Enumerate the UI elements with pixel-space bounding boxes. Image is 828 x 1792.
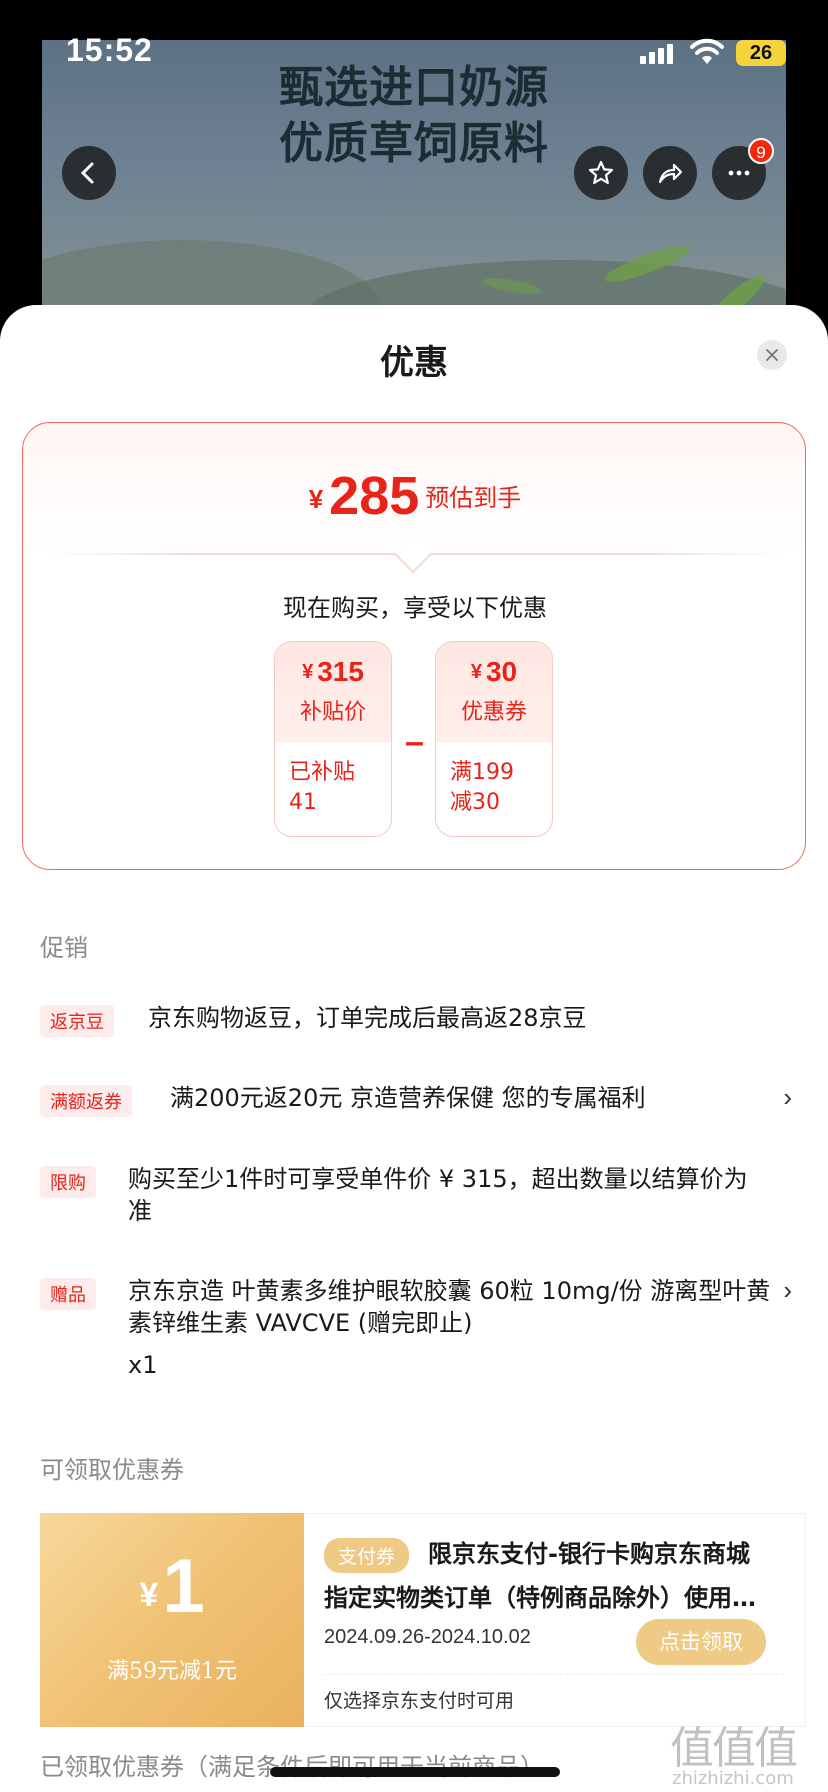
- watermark-logo: 值值值: [670, 1723, 798, 1774]
- subsidy-detail-line1: 已补贴: [289, 760, 356, 785]
- minus-operator: –: [405, 723, 424, 761]
- promotions-section-title: 促销: [40, 934, 88, 962]
- buy-now-text: 现在购买，享受以下优惠: [283, 594, 547, 622]
- promo-text: 京东京造 叶黄素多维护眼软胶囊 60粒 10mg/份 游离型叶黄素锌维生素 VA…: [128, 1277, 771, 1337]
- coupon-details-panel: 限京东支付-银行卡购京东商城 指定实物类订单（特例商品除外）使用… 支付券 20…: [304, 1513, 806, 1727]
- coupon-amount-panel: ¥1 满59元减1元: [40, 1513, 304, 1727]
- chevron-left-icon: [80, 162, 94, 184]
- price-estimate-card: ¥285 预估到手 现在购买，享受以下优惠 ¥315 补贴价 已补贴 41 – ¥…: [22, 422, 806, 870]
- subsidy-detail-line2: 41: [289, 790, 317, 815]
- promo-tag: 限购: [40, 1166, 96, 1198]
- estimated-price: ¥285 预估到手: [23, 465, 807, 527]
- coupon-detail-line2: 减30: [450, 790, 500, 815]
- star-icon: [588, 160, 614, 185]
- status-time: 15:52: [66, 32, 153, 68]
- estimated-label: 预估到手: [425, 484, 522, 512]
- app-frame: 甄选进口奶源 优质草饲原料 15:52 26 9 优惠 ¥285 预估到手 现在…: [0, 0, 828, 1792]
- divider: [324, 1674, 784, 1675]
- banner-headline: 甄选进口奶源 优质草饲原料: [0, 60, 828, 172]
- wifi-icon: [690, 38, 724, 64]
- promo-tag: 满额返券: [40, 1085, 132, 1117]
- available-coupons-title: 可领取优惠券: [40, 1456, 184, 1484]
- promo-row-gift[interactable]: 赠品 京东京造 叶黄素多维护眼软胶囊 60粒 10mg/份 游离型叶黄素锌维生素…: [40, 1275, 800, 1385]
- watermark-url: zhizhizhi.com: [672, 1768, 794, 1789]
- subsidy-currency: ¥: [302, 661, 314, 683]
- share-icon: [658, 163, 683, 184]
- coupon-detail-line1: 满199: [450, 760, 514, 785]
- claim-coupon-button[interactable]: 点击领取: [636, 1619, 766, 1665]
- subsidy-name: 补贴价: [299, 700, 366, 725]
- close-icon: [766, 349, 778, 361]
- promo-text: 购买至少1件时可享受单件价 ¥ 315，超出数量以结算价为准: [128, 1165, 748, 1225]
- pay-coupon-tag: 支付券: [324, 1538, 410, 1573]
- more-dots-icon: [728, 170, 750, 176]
- promo-row-coupon-return[interactable]: 满额返券 满200元返20元 京造营养保健 您的专属福利 ›: [40, 1082, 800, 1122]
- share-button[interactable]: [643, 146, 697, 200]
- coupon-value: 30: [485, 656, 518, 687]
- coupon-amount: 1: [162, 1544, 205, 1629]
- subsidy-price-box: ¥315 补贴价 已补贴 41: [274, 641, 392, 837]
- coupon-price-box: ¥30 优惠券 满199 减30: [435, 641, 553, 837]
- promo-tag: 赠品: [40, 1278, 96, 1310]
- discount-sheet: 优惠 ¥285预估到手 现在购买，享受以下优惠 ¥315 补贴价 已补贴 41: [0, 305, 828, 1792]
- favorite-button[interactable]: [574, 146, 628, 200]
- coupon-currency: ¥: [470, 661, 482, 683]
- back-button[interactable]: [62, 146, 116, 200]
- coupon-title-line2: 指定实物类订单（特例商品除外）使用…: [324, 1584, 756, 1612]
- coupon-card: ¥1 满59元减1元 限京东支付-银行卡购京东商城 指定实物类订单（特例商品除外…: [40, 1513, 806, 1727]
- coupon-note: 仅选择京东支付时可用: [324, 1690, 515, 1712]
- close-button[interactable]: [757, 340, 787, 370]
- coupon-title-line1: 限京东支付-银行卡购京东商城: [428, 1540, 750, 1568]
- promo-tag: 返京豆: [40, 1005, 114, 1037]
- battery-icon: 26: [736, 40, 786, 66]
- coupon-name: 优惠券: [460, 700, 527, 725]
- chevron-right-icon: ›: [783, 1082, 792, 1112]
- chevron-right-icon: ›: [783, 1275, 792, 1305]
- promo-row-limit: 限购 购买至少1件时可享受单件价 ¥ 315，超出数量以结算价为准: [40, 1163, 800, 1233]
- status-bar: 15:52 26: [0, 30, 828, 74]
- coupon-validity-date: 2024.09.26-2024.10.02: [324, 1626, 531, 1648]
- banner-headline-line2: 优质草饲原料: [279, 118, 549, 169]
- promo-row-beans[interactable]: 返京豆 京东购物返豆，订单完成后最高返28京豆: [40, 1002, 800, 1042]
- coupon-condition: 满59元减1元: [107, 1659, 237, 1684]
- estimated-amount: 285: [329, 466, 420, 526]
- divider-notch: [394, 536, 432, 574]
- subsidy-value: 315: [317, 656, 364, 687]
- sheet-title: 优惠: [380, 343, 448, 383]
- home-indicator[interactable]: [270, 1767, 560, 1777]
- currency-symbol: ¥: [308, 484, 324, 514]
- notification-badge: 9: [748, 138, 774, 164]
- more-button[interactable]: 9: [712, 138, 774, 200]
- cellular-signal-icon: [640, 44, 676, 64]
- gift-quantity: x1: [128, 1351, 158, 1379]
- coupon-currency: ¥: [139, 1576, 159, 1614]
- promo-text: 满200元返20元 京造营养保健 您的专属福利: [170, 1084, 646, 1112]
- promo-text: 京东购物返豆，订单完成后最高返28京豆: [148, 1004, 587, 1032]
